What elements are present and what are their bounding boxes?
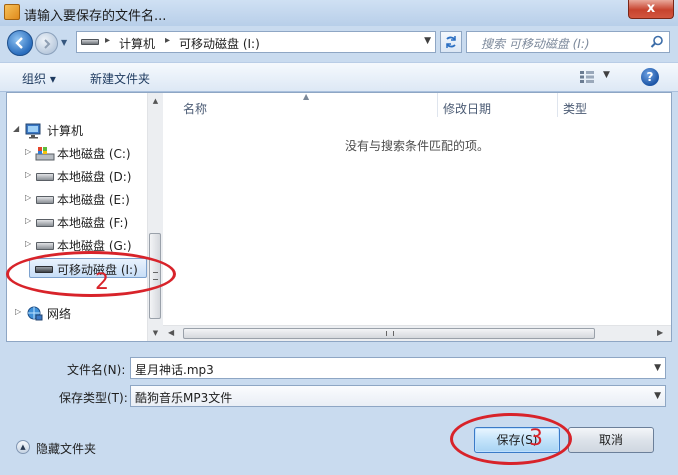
- nav-item-label: 网络: [47, 307, 72, 321]
- scroll-down-icon[interactable]: ▼: [150, 327, 161, 339]
- hide-folders-label[interactable]: 隐藏文件夹: [36, 440, 96, 457]
- view-options-icon[interactable]: [580, 71, 594, 83]
- filetype-select[interactable]: 酷狗音乐MP3文件 ▼: [130, 385, 666, 407]
- sort-arrow-icon: ▲: [303, 92, 310, 101]
- navigation-pane: ◢ 计算机 ▷ 本地磁盘 (C:) ▷ 本地磁盘 (D:) ▷ 本地磁盘 (E:…: [7, 93, 163, 341]
- refresh-icon: [446, 36, 456, 48]
- network-icon: [27, 306, 43, 321]
- help-icon[interactable]: ?: [641, 68, 659, 86]
- expanded-arrow-icon[interactable]: ◢: [13, 124, 19, 133]
- chevron-down-icon[interactable]: ▼: [654, 391, 661, 401]
- column-header-date[interactable]: 修改日期: [443, 100, 491, 117]
- collapsed-arrow-icon[interactable]: ▷: [25, 147, 31, 156]
- collapsed-arrow-icon[interactable]: ▷: [25, 216, 31, 225]
- arrow-right-icon: [43, 39, 50, 49]
- nav-item-drive-f[interactable]: ▷ 本地磁盘 (F:): [7, 212, 147, 232]
- arrow-left-icon: [15, 37, 23, 49]
- cancel-button[interactable]: 取消: [568, 427, 654, 453]
- collapsed-arrow-icon[interactable]: ▷: [15, 307, 21, 316]
- nav-item-label: 本地磁盘 (C:): [57, 147, 131, 161]
- nav-item-label: 本地磁盘 (D:): [57, 170, 132, 184]
- hard-drive-icon: [36, 196, 54, 204]
- close-button[interactable]: x: [628, 0, 674, 19]
- annotation-ellipse-step3: [450, 413, 572, 465]
- search-input[interactable]: 搜索 可移动磁盘 (I:): [481, 35, 590, 52]
- nav-item-network[interactable]: ▷ 网络: [7, 303, 147, 323]
- hard-drive-icon: [36, 173, 54, 181]
- forward-button[interactable]: [35, 32, 58, 55]
- filename-value[interactable]: 星月神话.mp3: [135, 361, 214, 378]
- save-dialog: 请输入要保存的文件名... x ▼ ▸ 计算机 ▸ 可移动磁盘 (I:) ▼ 搜…: [0, 0, 678, 475]
- filename-field[interactable]: 星月神话.mp3 ▼: [130, 357, 666, 379]
- annotation-number-step2: 2: [95, 270, 109, 295]
- chevron-down-icon[interactable]: ▼: [424, 36, 431, 46]
- collapsed-arrow-icon[interactable]: ▷: [25, 239, 31, 248]
- scroll-right-icon[interactable]: ▶: [657, 328, 663, 337]
- nav-item-label: 本地磁盘 (F:): [57, 216, 129, 230]
- scrollbar-thumb[interactable]: [183, 328, 595, 339]
- refresh-button[interactable]: [440, 31, 462, 53]
- command-toolbar: 组织 ▾ 新建文件夹 ▼ ?: [0, 62, 678, 92]
- chevron-down-icon[interactable]: ▼: [654, 363, 661, 373]
- new-folder-button[interactable]: 新建文件夹: [90, 70, 150, 87]
- browser-area: ◢ 计算机 ▷ 本地磁盘 (C:) ▷ 本地磁盘 (D:) ▷ 本地磁盘 (E:…: [6, 92, 672, 342]
- file-list-scrollbar[interactable]: ◀ ▶: [163, 325, 671, 341]
- organize-button[interactable]: 组织 ▾: [22, 70, 56, 87]
- nav-item-computer[interactable]: ◢ 计算机: [7, 120, 147, 140]
- filetype-value[interactable]: 酷狗音乐MP3文件: [135, 389, 232, 406]
- nav-item-drive-d[interactable]: ▷ 本地磁盘 (D:): [7, 166, 147, 186]
- usb-drive-icon: [81, 39, 99, 45]
- breadcrumb-separator-icon[interactable]: ▸: [105, 35, 110, 46]
- nav-pane-scrollbar[interactable]: ▲ ▼: [147, 93, 163, 341]
- breadcrumb-separator-icon[interactable]: ▸: [165, 35, 170, 46]
- filetype-label: 保存类型(T):: [59, 391, 128, 405]
- window-title: 请输入要保存的文件名...: [24, 9, 167, 24]
- column-divider[interactable]: [557, 93, 558, 117]
- system-drive-icon: [35, 147, 55, 161]
- title-bar[interactable]: 请输入要保存的文件名... x: [0, 0, 678, 26]
- breadcrumb-computer[interactable]: 计算机: [119, 35, 155, 52]
- scroll-left-icon[interactable]: ◀: [168, 328, 174, 337]
- address-bar[interactable]: ▸ 计算机 ▸ 可移动磁盘 (I:) ▼: [76, 31, 436, 53]
- search-icon[interactable]: [650, 35, 664, 49]
- filename-label: 文件名(N):: [67, 363, 126, 377]
- chevron-down-icon[interactable]: ▼: [603, 70, 610, 80]
- navigation-bar: ▼ ▸ 计算机 ▸ 可移动磁盘 (I:) ▼ 搜索 可移动磁盘 (I:): [0, 26, 678, 60]
- empty-folder-message: 没有与搜索条件匹配的项。: [345, 139, 490, 153]
- hard-drive-icon: [36, 219, 54, 227]
- collapsed-arrow-icon[interactable]: ▷: [25, 193, 31, 202]
- scroll-up-icon[interactable]: ▲: [150, 95, 161, 107]
- nav-item-label: 本地磁盘 (E:): [57, 193, 130, 207]
- search-box[interactable]: 搜索 可移动磁盘 (I:): [466, 31, 670, 53]
- nav-item-label: 计算机: [47, 124, 84, 138]
- file-list: ▲ 名称 修改日期 类型 没有与搜索条件匹配的项。 ◀ ▶: [163, 92, 671, 341]
- nav-item-drive-e[interactable]: ▷ 本地磁盘 (E:): [7, 189, 147, 209]
- column-header-name[interactable]: 名称: [183, 100, 207, 117]
- chevron-up-icon[interactable]: ▲: [16, 440, 30, 454]
- grip-icon: [386, 331, 394, 336]
- app-icon: [4, 4, 20, 20]
- annotation-number-step3: 3: [529, 426, 543, 451]
- nav-item-drive-c[interactable]: ▷ 本地磁盘 (C:): [7, 143, 147, 163]
- column-divider[interactable]: [437, 93, 438, 117]
- column-header-type[interactable]: 类型: [563, 100, 587, 117]
- annotation-ellipse-step2: [6, 251, 176, 297]
- recent-pages-dropdown[interactable]: ▼: [61, 38, 71, 48]
- computer-icon: [25, 123, 41, 139]
- hard-drive-icon: [36, 242, 54, 250]
- collapsed-arrow-icon[interactable]: ▷: [25, 170, 31, 179]
- breadcrumb-removable-disk[interactable]: 可移动磁盘 (I:): [179, 35, 260, 52]
- back-button[interactable]: [7, 30, 33, 56]
